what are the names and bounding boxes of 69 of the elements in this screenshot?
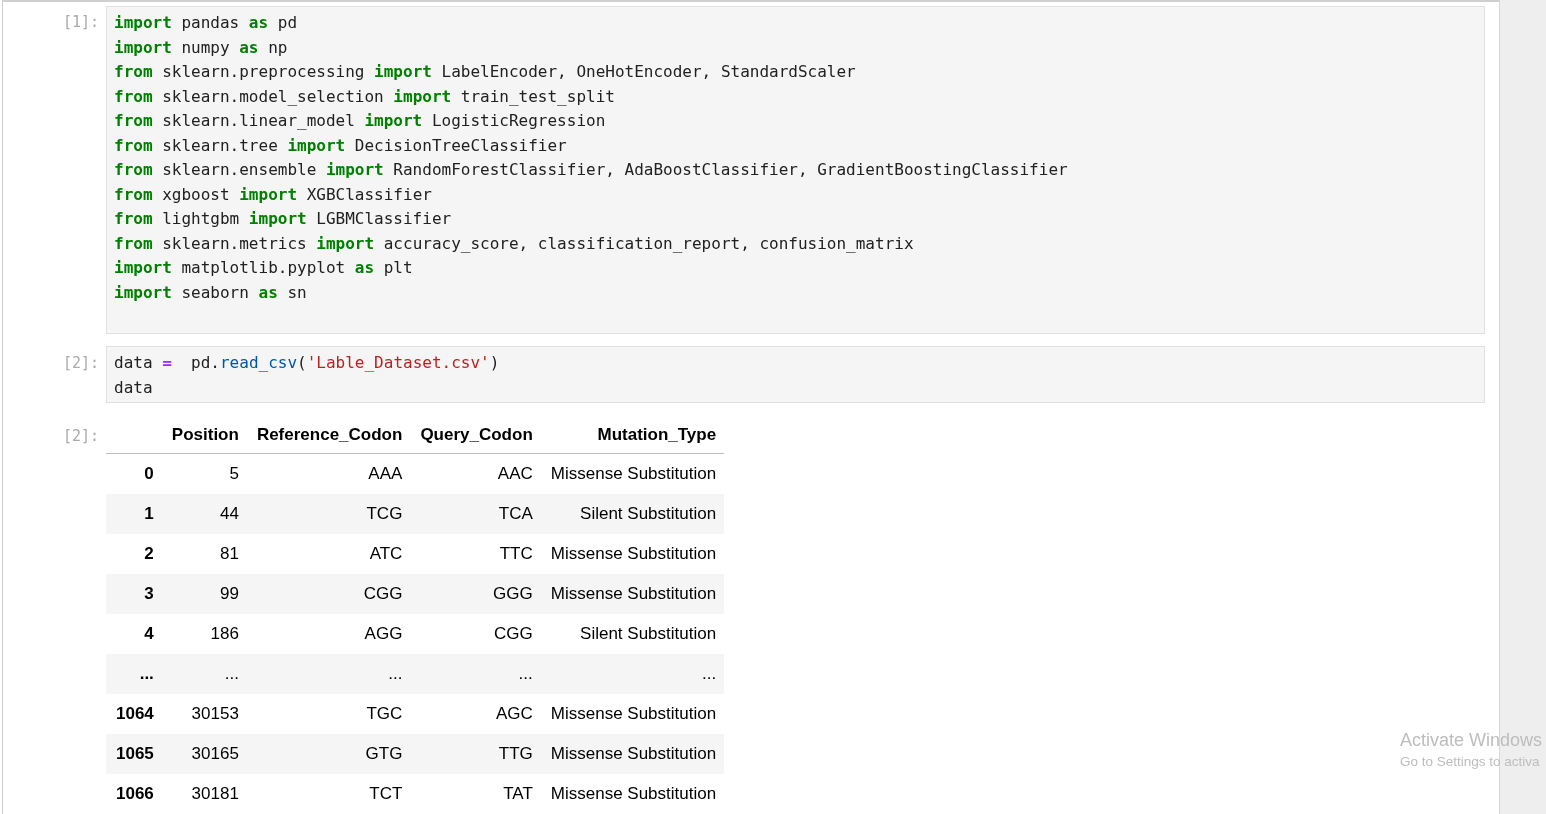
table-cell: ... [246, 654, 411, 694]
table-cell: Missense Substitution [540, 734, 725, 774]
code-line: from sklearn.ensemble import RandomForestClassifier, AdaBoostClassifier, GradientBoostingClassifier [114, 159, 1069, 181]
code-line: from sklearn.model_selection import train_test_split [114, 85, 616, 108]
table-cell: TCT [246, 774, 411, 814]
table-cell: 186 [161, 614, 247, 654]
row-index: ... [106, 654, 162, 694]
row-index: 1064 [106, 694, 162, 734]
row-index: 2 [106, 534, 162, 574]
table-cell: AGG [246, 614, 411, 654]
column-header: Reference_Codon [246, 417, 411, 454]
code-line: data [114, 376, 154, 399]
cell-prompt: [2]: [62, 354, 99, 372]
row-index: 0 [106, 453, 162, 494]
code-line: import pandas as pd [114, 12, 299, 34]
cell-prompt: [1]: [62, 13, 99, 31]
code-cell[interactable]: data = pd.read_csv('Lable_Dataset.csv') data [106, 346, 1485, 403]
code-line: from sklearn.tree import DecisionTreeClassifier [114, 134, 568, 157]
table-cell: 30165 [161, 734, 247, 774]
table-cell: AAA [246, 453, 411, 494]
code-line: from sklearn.metrics import accuracy_score, classification_report, confusion_matrix [114, 232, 915, 255]
table-cell: 44 [161, 494, 247, 534]
table-cell: Missense Substitution [540, 453, 725, 494]
row-index: 4 [106, 614, 162, 654]
column-header: Position [161, 417, 247, 454]
table-cell: CGG [246, 574, 411, 614]
table-cell: TGC [246, 694, 411, 734]
table-cell: TTG [410, 734, 541, 774]
table-cell: ... [161, 654, 247, 694]
table-cell: ATC [246, 534, 411, 574]
table-cell: 5 [161, 453, 247, 494]
table-cell: Missense Substitution [540, 574, 725, 614]
table-cell: 30181 [161, 774, 247, 814]
code-line: data = pd.read_csv('Lable_Dataset.csv') [114, 352, 501, 374]
code-line: from sklearn.preprocessing import LabelEncoder, OneHotEncoder, StandardScaler [114, 61, 857, 83]
table-cell: ... [540, 654, 725, 694]
code-line: from sklearn.linear_model import LogisticRegression [114, 110, 607, 132]
table-cell: TCA [410, 494, 541, 534]
table-cell: 30153 [161, 694, 247, 734]
table-cell: TAT [410, 774, 541, 814]
table-cell: GGG [410, 574, 541, 614]
row-index: 1066 [106, 774, 162, 814]
table-cell: 81 [161, 534, 247, 574]
table-cell: Missense Substitution [540, 774, 725, 814]
code-line: from xgboost import XGBClassifier [114, 183, 433, 206]
table-cell: Missense Substitution [540, 534, 725, 574]
table-cell: TTC [410, 534, 541, 574]
row-index: 1 [106, 494, 162, 534]
table-cell: TCG [246, 494, 411, 534]
table-cell: 99 [161, 574, 247, 614]
activation-title: Activate Windows [1399, 730, 1542, 751]
code-line: import numpy as np [114, 36, 289, 59]
table-cell: CGG [410, 614, 541, 654]
code-line: import seaborn as sn [114, 281, 308, 304]
table-cell: Missense Substitution [540, 694, 725, 734]
output-prompt: [2]: [62, 427, 99, 445]
row-index: 1065 [106, 734, 162, 774]
code-cell[interactable] [106, 6, 1485, 334]
table-cell: Silent Substitution [540, 614, 725, 654]
code-line: from lightgbm import LGBMClassifier [114, 208, 453, 230]
table-cell: ... [410, 654, 541, 694]
table-cell: Silent Substitution [540, 494, 725, 534]
table-cell: GTG [246, 734, 411, 774]
column-header: Mutation_Type [540, 417, 725, 454]
table-cell: AGC [410, 694, 541, 734]
row-index: 3 [106, 574, 162, 614]
code-line: import matplotlib.pyplot as plt [114, 257, 414, 279]
column-header: Query_Codon [410, 417, 541, 454]
table-cell: AAC [410, 453, 541, 494]
